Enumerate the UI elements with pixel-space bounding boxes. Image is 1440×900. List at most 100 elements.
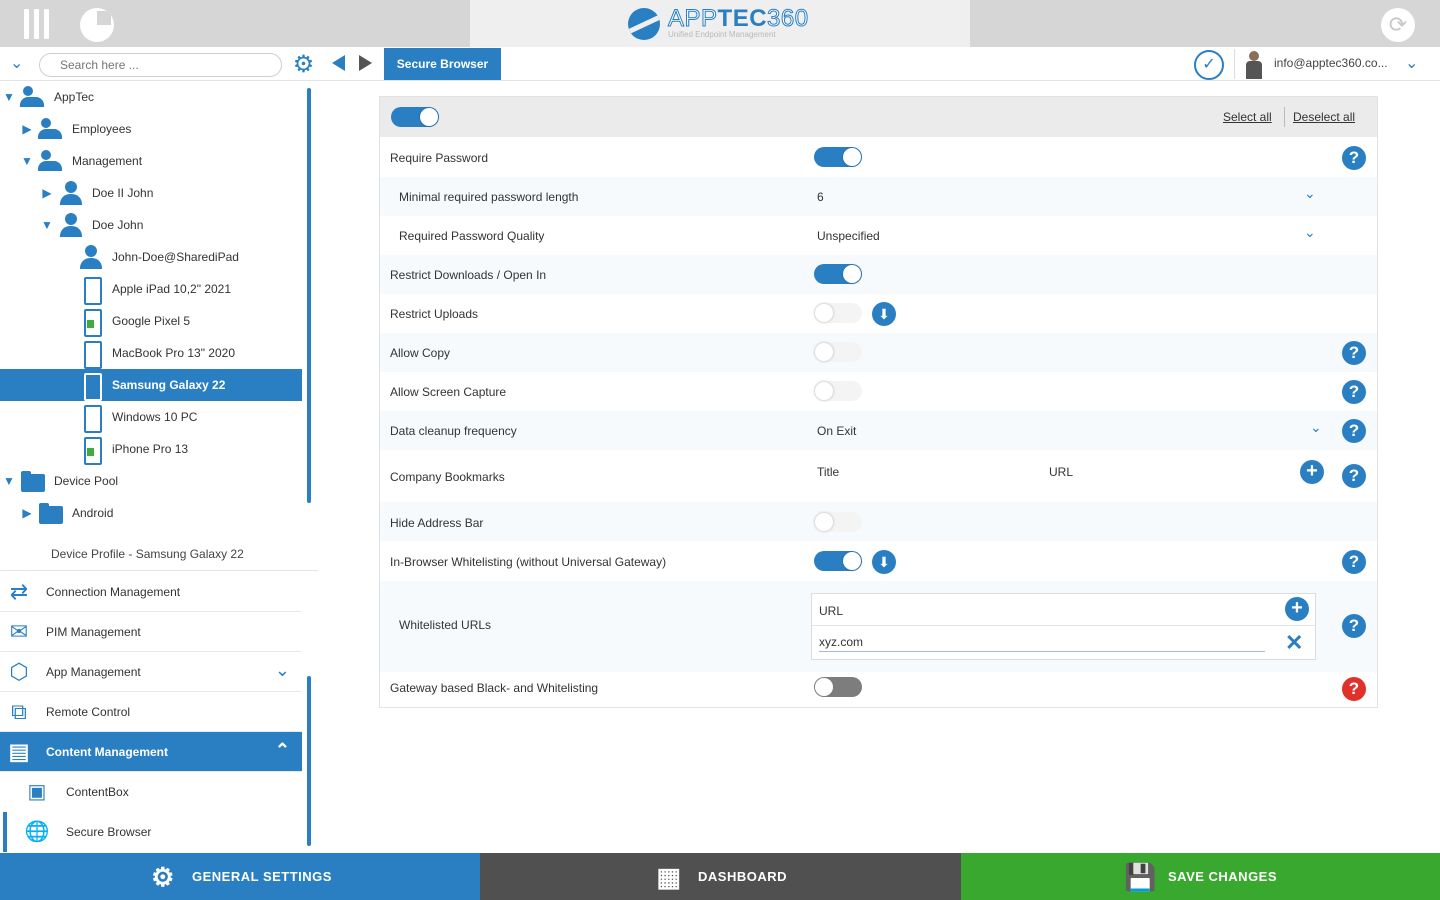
menu-label: ContentBox	[66, 785, 129, 799]
chevron-down-icon[interactable]: ⌄	[275, 660, 290, 681]
gateway-whitelisting-toggle[interactable]	[814, 677, 862, 697]
menu-remote-control[interactable]: ⧉ Remote Control	[0, 692, 302, 732]
menu-label: Connection Management	[46, 584, 181, 599]
restrict-downloads-toggle[interactable]	[814, 264, 862, 284]
users-icon	[38, 116, 64, 142]
top-bar: APPTEC360 Unified Endpoint Management ⟳	[0, 0, 1440, 47]
tree-item-employees[interactable]: ▶ Employees	[0, 113, 302, 145]
in-browser-whitelisting-label: In-Browser Whitelisting (without Univers…	[390, 555, 667, 569]
tree-item-doe-ii-john[interactable]: ▶ Doe II John	[0, 177, 302, 209]
chevron-down-icon[interactable]: ⌄	[1304, 224, 1316, 241]
user-icon	[58, 212, 84, 238]
tree-item-label: Device Pool	[54, 474, 119, 488]
help-icon[interactable]: ?	[1342, 146, 1366, 170]
tree-item-shared-ipad[interactable]: John-Doe@SharediPad	[0, 241, 302, 273]
tree-item-device-pool[interactable]: ▼ Device Pool	[0, 465, 302, 497]
dashboard-button[interactable]: ▦ DASHBOARD	[480, 853, 961, 900]
hide-address-bar-toggle[interactable]	[814, 512, 862, 532]
sidebar-scrollbar[interactable]	[307, 88, 311, 503]
whitelisted-urls-label: Whitelisted URLs	[399, 618, 492, 632]
windows-pc-icon	[78, 404, 104, 433]
chevron-down-icon[interactable]: ⌄	[1405, 53, 1418, 73]
add-url-icon[interactable]: +	[1285, 597, 1309, 621]
caret-down-icon[interactable]: ▼	[2, 90, 16, 104]
menu-app-management[interactable]: ⬡ App Management ⌄	[0, 652, 302, 692]
help-icon[interactable]: ?	[1342, 380, 1366, 404]
master-toggle[interactable]	[391, 107, 439, 127]
menu-connection-management[interactable]: ⇄ Connection Management	[0, 572, 302, 612]
user-email[interactable]: info@apptec360.co...	[1274, 56, 1388, 70]
password-quality-select[interactable]: Unspecified	[817, 229, 880, 243]
caret-right-icon[interactable]: ▶	[20, 122, 34, 136]
data-cleanup-select[interactable]: On Exit	[817, 424, 856, 438]
gear-icon[interactable]: ⚙	[291, 52, 316, 77]
hamburger-menu-icon[interactable]	[24, 9, 56, 39]
chevron-down-icon[interactable]: ⌄	[1304, 185, 1316, 202]
tree-item-management[interactable]: ▼ Management	[0, 145, 302, 177]
panel-header: Select all Deselect all	[380, 97, 1377, 137]
box-icon: ⬡	[9, 658, 29, 684]
tree-item-apple-ipad[interactable]: Apple iPad 10,2" 2021	[0, 273, 302, 305]
menu-label: Content Management	[46, 744, 169, 759]
help-icon[interactable]: ?	[1342, 341, 1366, 365]
search-input[interactable]	[39, 53, 282, 77]
tree-item-samsung-galaxy[interactable]: Samsung Galaxy 22	[0, 369, 302, 401]
tree-item-apptec[interactable]: ▼ AppTec	[0, 81, 302, 113]
chevron-down-icon[interactable]: ⌄	[10, 53, 23, 73]
tree-item-label: Employees	[72, 122, 132, 136]
check-circle-icon[interactable]: ✓	[1194, 50, 1224, 80]
url-input[interactable]	[819, 632, 1265, 652]
logo: APPTEC360 Unified Endpoint Management	[470, 0, 970, 47]
tree-item-macbook[interactable]: MacBook Pro 13" 2020	[0, 337, 302, 369]
tree-item-label: Doe II John	[92, 186, 154, 200]
menu-contentbox[interactable]: ▣ ContentBox	[0, 772, 302, 812]
allow-copy-toggle[interactable]	[814, 342, 862, 362]
forward-arrow-icon[interactable]	[359, 55, 372, 71]
menu-scrollbar[interactable]	[307, 676, 311, 846]
select-all-link[interactable]: Select all	[1223, 110, 1272, 124]
password-quality-label: Required Password Quality	[399, 229, 545, 243]
help-icon[interactable]: ?	[1342, 464, 1366, 488]
data-cleanup-label: Data cleanup frequency	[390, 424, 517, 438]
tree-item-iphone[interactable]: iPhone Pro 13	[0, 433, 302, 465]
tree-item-doe-john[interactable]: ▼ Doe John	[0, 209, 302, 241]
help-icon[interactable]: ?	[1342, 677, 1366, 701]
tree-item-android[interactable]: ▶ Android	[0, 497, 302, 529]
caret-down-icon[interactable]: ▼	[40, 218, 54, 232]
allow-screen-capture-toggle[interactable]	[814, 381, 862, 401]
menu-secure-browser[interactable]: 🌐 Secure Browser	[0, 812, 302, 852]
back-arrow-icon[interactable]	[332, 55, 345, 71]
min-password-length-select[interactable]: 6	[817, 190, 824, 204]
add-bookmark-icon[interactable]: +	[1300, 460, 1324, 484]
caret-down-icon[interactable]: ▼	[2, 474, 16, 488]
avatar[interactable]	[1243, 51, 1265, 79]
general-settings-button[interactable]: ⚙ GENERAL SETTINGS	[0, 853, 480, 900]
deselect-all-link[interactable]: Deselect all	[1293, 110, 1355, 124]
chevron-up-icon[interactable]: ⌃	[275, 740, 290, 761]
save-icon: 💾	[1123, 861, 1157, 892]
caret-right-icon[interactable]: ▶	[20, 506, 34, 520]
arrow-down-circle-icon[interactable]: ⬇	[872, 302, 896, 326]
help-icon[interactable]: ?	[1342, 419, 1366, 443]
gateway-whitelisting-label: Gateway based Black- and Whitelisting	[390, 681, 599, 695]
menu-pim-management[interactable]: ✉ PIM Management	[0, 612, 302, 652]
chevron-down-icon[interactable]: ⌄	[1310, 419, 1322, 436]
help-icon[interactable]: ?	[1342, 550, 1366, 574]
save-changes-button[interactable]: 💾 SAVE CHANGES	[961, 853, 1440, 900]
caret-down-icon[interactable]: ▼	[20, 154, 34, 168]
restrict-uploads-toggle[interactable]	[814, 303, 862, 323]
pie-chart-icon[interactable]	[80, 8, 114, 42]
tree-item-google-pixel[interactable]: Google Pixel 5	[0, 305, 302, 337]
menu-content-management[interactable]: ▤ Content Management ⌃	[0, 732, 302, 772]
toolbar: ⌄ ⚙ Secure Browser ✓ info@apptec360.co..…	[0, 47, 1440, 81]
arrow-down-circle-icon[interactable]: ⬇	[872, 550, 896, 574]
tab-secure-browser[interactable]: Secure Browser	[384, 48, 501, 80]
help-icon[interactable]: ?	[1342, 614, 1366, 638]
tree-item-windows-pc[interactable]: Windows 10 PC	[0, 401, 302, 433]
refresh-icon[interactable]: ⟳	[1381, 8, 1415, 42]
close-icon[interactable]: ✕	[1285, 630, 1303, 656]
user-icon	[58, 180, 84, 206]
caret-right-icon[interactable]: ▶	[40, 186, 54, 200]
require-password-toggle[interactable]	[814, 147, 862, 167]
in-browser-whitelisting-toggle[interactable]	[814, 551, 862, 571]
